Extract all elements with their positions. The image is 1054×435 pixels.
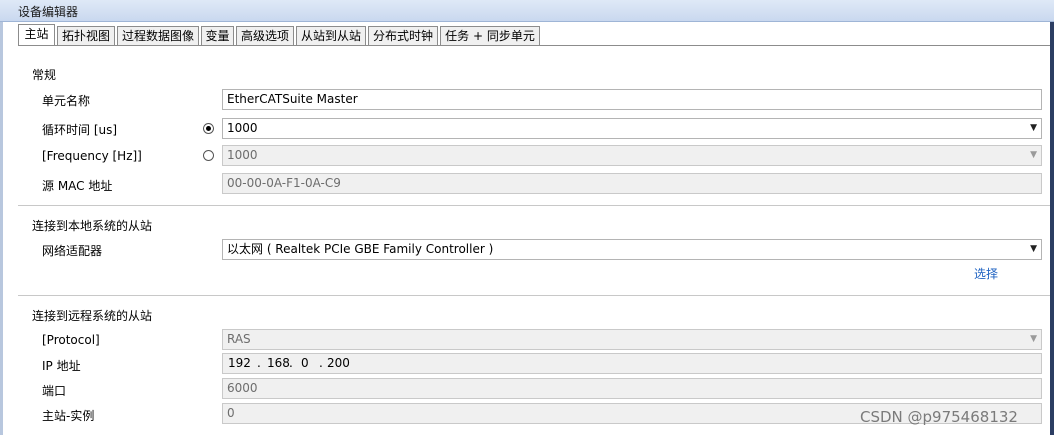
unit-name-value: EtherCATSuite Master [227, 92, 358, 106]
chevron-down-icon: ▼ [1030, 334, 1037, 344]
ip-octet-4: 200 [327, 356, 350, 370]
right-edge [1050, 22, 1054, 435]
source-mac-field: 00-00-0A-F1-0A-C9 [222, 173, 1042, 194]
ip-dot: . [289, 356, 293, 370]
tab-master[interactable]: 主站 [18, 24, 55, 46]
frequency-label: [Frequency [Hz]] [42, 149, 142, 163]
divider [18, 205, 1050, 206]
ip-dot: . [257, 356, 261, 370]
tab-advanced[interactable]: 高级选项 [236, 26, 294, 45]
window-titlebar: 设备编辑器 [0, 0, 1054, 22]
cycle-time-radio[interactable] [203, 123, 214, 134]
chevron-down-icon: ▼ [1030, 150, 1037, 160]
port-field: 6000 [222, 378, 1042, 399]
ip-dot: . [319, 356, 323, 370]
ip-octet-3: 0 [301, 356, 309, 370]
section-local: 连接到本地系统的从站 [32, 219, 153, 233]
protocol-dropdown: RAS ▼ [222, 329, 1042, 350]
source-mac-value: 00-00-0A-F1-0A-C9 [227, 176, 341, 190]
adapter-label: 网络适配器 [42, 244, 103, 258]
tab-variables[interactable]: 变量 [201, 26, 234, 45]
select-adapter-link[interactable]: 选择 [974, 265, 998, 282]
tab-distributed-clock[interactable]: 分布式时钟 [368, 26, 438, 45]
tab-topology[interactable]: 拓扑视图 [57, 26, 115, 45]
left-edge [0, 22, 3, 435]
ip-octet-1: 192 [228, 356, 251, 370]
ip-address-field: 192 . 168 . 0 . 200 [222, 353, 1042, 374]
tab-baseline [18, 45, 1050, 46]
cycle-time-dropdown[interactable]: 1000 ▼ [222, 118, 1042, 139]
unit-name-input[interactable]: EtherCATSuite Master [222, 89, 1042, 110]
cycle-time-label: 循环时间 [us] [42, 123, 118, 137]
frequency-radio[interactable] [203, 150, 214, 161]
section-remote: 连接到远程系统的从站 [32, 309, 153, 323]
port-label: 端口 [42, 384, 67, 398]
adapter-value: 以太网 ( Realtek PCIe GBE Family Controller… [227, 242, 494, 256]
cycle-time-value: 1000 [227, 121, 258, 135]
protocol-label: [Protocol] [42, 333, 100, 347]
instance-value: 0 [227, 406, 235, 420]
source-mac-label: 源 MAC 地址 [42, 179, 113, 193]
frequency-value: 1000 [227, 148, 258, 162]
tab-process-image[interactable]: 过程数据图像 [117, 26, 199, 45]
watermark: CSDN @p975468132 [860, 408, 1018, 426]
adapter-dropdown[interactable]: 以太网 ( Realtek PCIe GBE Family Controller… [222, 239, 1042, 260]
protocol-value: RAS [227, 332, 251, 346]
port-value: 6000 [227, 381, 258, 395]
frequency-dropdown: 1000 ▼ [222, 145, 1042, 166]
section-general: 常规 [32, 68, 57, 82]
ip-octet-2: 168 [267, 356, 290, 370]
ip-label: IP 地址 [42, 359, 81, 373]
window-title: 设备编辑器 [18, 5, 79, 19]
tab-slave-to-slave[interactable]: 从站到从站 [296, 26, 366, 45]
divider [18, 295, 1050, 296]
instance-label: 主站-实例 [42, 409, 95, 423]
tab-task-sync[interactable]: 任务 + 同步单元 [440, 26, 540, 45]
unit-name-label: 单元名称 [42, 94, 91, 108]
chevron-down-icon: ▼ [1030, 244, 1037, 254]
chevron-down-icon: ▼ [1030, 123, 1037, 133]
